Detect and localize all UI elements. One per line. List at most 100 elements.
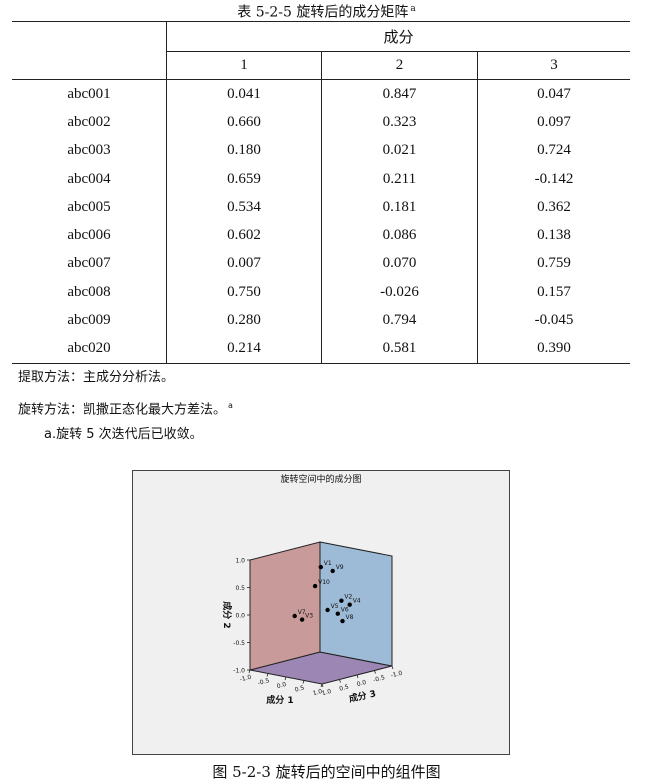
z-tick-mark <box>339 679 341 683</box>
data-point <box>330 568 335 574</box>
row-label: abc003 <box>67 142 111 159</box>
table-cell: 0.724 <box>537 142 571 159</box>
table-cell: 0.021 <box>321 136 478 165</box>
table-cell: 0.086 <box>321 221 478 250</box>
z-tick-label: 0.0 <box>356 679 367 688</box>
data-point-label: V7 <box>298 609 306 616</box>
table-row: abc007 0.007 0.070 0.759 <box>12 249 630 279</box>
z-tick-label: -0.5 <box>373 674 386 684</box>
table-row: abc004 0.659 0.211 -0.142 <box>12 164 630 194</box>
table-header-group-row: 成分 <box>12 21 630 80</box>
data-point-label: V9 <box>336 564 344 571</box>
table-row: abc001 0.041 0.847 0.047 <box>12 79 630 109</box>
table-row: abc008 0.750 -0.026 0.157 <box>12 278 630 307</box>
z-tick-mark <box>391 665 394 670</box>
row-label: abc002 <box>67 113 111 130</box>
y-tick-label: 1.0 <box>235 558 245 565</box>
row-label: abc006 <box>67 227 111 244</box>
data-point-label: V4 <box>353 598 361 605</box>
data-point-label: V8 <box>346 614 354 621</box>
x-tick-mark <box>302 680 305 684</box>
group-header-component: 成分 <box>166 21 630 52</box>
table-row: abc002 0.660 0.323 0.097 <box>12 108 630 137</box>
data-point-label: V2 <box>344 594 352 601</box>
data-point <box>318 564 323 570</box>
table-row: abc005 0.534 0.181 0.362 <box>12 193 630 222</box>
table-cell: 0.047 <box>537 85 571 102</box>
table-cell: 0.750 <box>166 278 322 307</box>
table-cell: -0.142 <box>534 170 574 187</box>
table-row: abc003 0.180 0.021 0.724 <box>12 136 630 165</box>
table-cell: 0.659 <box>166 164 322 194</box>
table-cell: 0.007 <box>166 249 322 279</box>
plot-title: 旋转空间中的成分图 <box>280 473 361 485</box>
table-cell: 0.362 <box>537 198 571 215</box>
row-label: abc001 <box>67 85 111 102</box>
plot-walls <box>249 541 393 685</box>
table-cell: 0.214 <box>166 334 322 364</box>
table-corner-cell <box>12 21 167 80</box>
z-tick-label: 0.5 <box>339 683 350 692</box>
figure-caption: 图 5-2-3 旋转后的空间中的组件图 <box>212 763 441 781</box>
table-cell: 0.070 <box>321 249 478 279</box>
table-cell: 0.280 <box>166 306 322 335</box>
data-point <box>335 611 340 616</box>
note-rotation: 旋转方法：凯撒正态化最大方差法。 a <box>18 398 233 418</box>
y-axis-label: 成分 2 <box>221 601 233 628</box>
table-cell: 0.180 <box>166 136 322 165</box>
data-point-label: V5 <box>331 603 339 610</box>
row-label: abc020 <box>12 334 167 364</box>
table-cell: 0.157 <box>537 283 571 300</box>
column-header-2: 2 <box>321 51 478 80</box>
table-row: abc009 0.280 0.794 -0.045 <box>12 306 630 335</box>
x-tick-mark <box>266 673 269 677</box>
table-cell: 0.390 <box>477 334 630 364</box>
x-tick-mark <box>284 676 287 681</box>
table-caption: 表 5-2-5 旋转后的成分矩阵 a <box>0 0 653 22</box>
component-plot-figure: 旋转空间中的成分图 1.0 0.5 0.0 -0.5 -1.0 -1.0 -0.5 0.0 0.… <box>132 470 510 755</box>
row-label: abc007 <box>67 255 111 272</box>
rotated-component-matrix: 成分 1 2 3 abc001 0.041 0.847 0.047 abc002 0.6… <box>12 21 630 364</box>
table-cell: 0.097 <box>537 113 571 130</box>
column-header-3: 3 <box>550 57 558 73</box>
table-row: abc006 0.602 0.086 0.138 <box>12 221 630 250</box>
data-point <box>340 618 345 624</box>
y-tick-label: 0.0 <box>235 613 245 620</box>
table-cell: -0.045 <box>534 312 574 329</box>
data-point <box>325 607 330 613</box>
x-tick-label: 0.5 <box>294 684 305 693</box>
table-cell: 0.759 <box>537 255 571 272</box>
data-point-label: V10 <box>318 579 330 586</box>
z-axis-label: 成分 3 <box>348 687 377 704</box>
y-tick-label: -0.5 <box>233 640 245 647</box>
data-point-label: V1 <box>324 560 332 567</box>
x-tick-mark <box>248 669 251 674</box>
x-tick-label: 0.0 <box>276 681 287 690</box>
data-point <box>299 617 305 622</box>
data-point <box>292 613 297 619</box>
x-axis-label: 成分 1 <box>266 694 293 706</box>
row-label: abc009 <box>67 312 111 329</box>
table-cell: -0.026 <box>321 278 478 307</box>
z-tick-label: -1.0 <box>390 670 403 680</box>
table-cell: 0.138 <box>537 227 571 244</box>
component-plot-3d: 旋转空间中的成分图 1.0 0.5 0.0 -0.5 -1.0 -1.0 -0.5 0.0 0.… <box>221 473 403 706</box>
table-cell: 0.041 <box>166 79 322 109</box>
note-rotation-sup: a <box>228 401 233 410</box>
table-row: abc020 0.214 0.581 0.390 <box>12 334 630 364</box>
table-cell: 0.602 <box>166 221 322 250</box>
data-point-label: V3 <box>305 613 313 620</box>
table-cell: 0.211 <box>321 164 478 194</box>
table-cell: 0.794 <box>321 306 478 335</box>
z-tick-mark <box>356 674 359 679</box>
table-cell: 0.660 <box>166 108 322 137</box>
table-cell: 0.323 <box>321 108 478 137</box>
table-cell: 0.581 <box>321 334 478 364</box>
table-caption-sup: a <box>410 4 416 14</box>
note-extraction: 提取方法：主成分分析法。 <box>18 370 175 385</box>
table-caption-text: 表 5-2-5 旋转后的成分矩阵 <box>237 4 409 21</box>
y-tick-label: 0.5 <box>235 585 245 592</box>
data-point-label: V6 <box>341 607 349 614</box>
x-tick-label: -1.0 <box>239 674 252 684</box>
row-label: abc008 <box>67 283 111 300</box>
